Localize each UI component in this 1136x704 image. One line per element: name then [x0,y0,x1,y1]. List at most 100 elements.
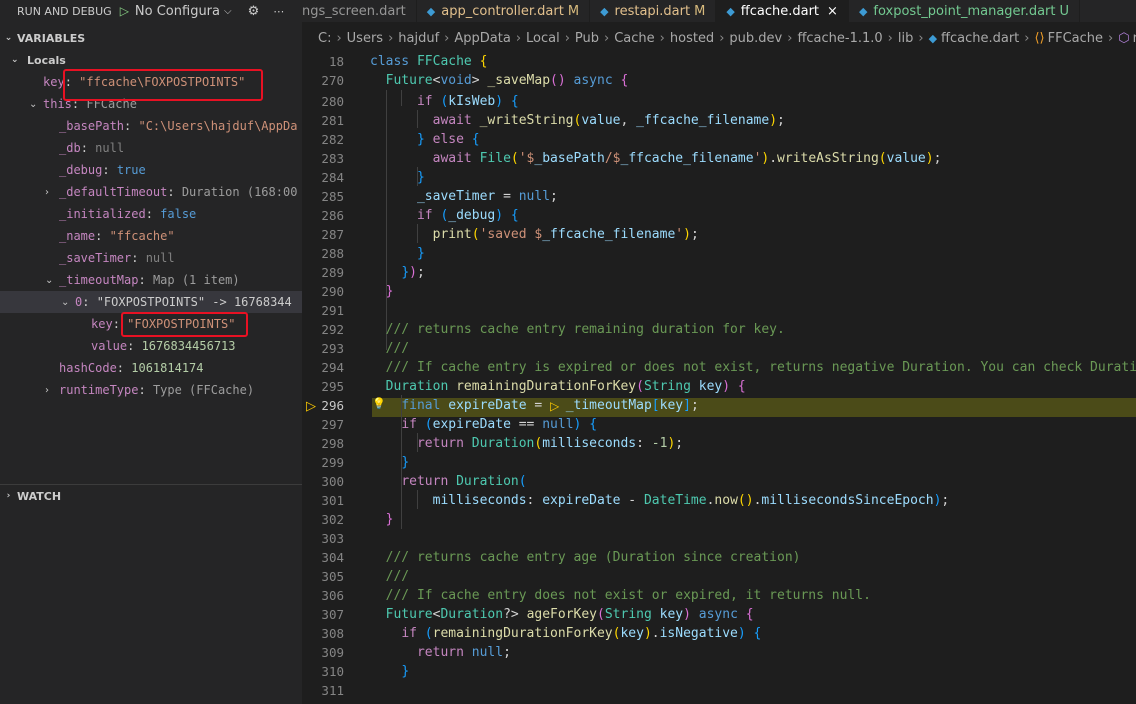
breadcrumb-segment[interactable]: Users [347,31,383,46]
breadcrumb-segment[interactable]: remainin [1133,31,1136,46]
tab-ffcache[interactable]: ◆ ffcache.dart × [716,0,849,22]
line-number[interactable]: 306 [302,588,344,603]
code-line[interactable]: if (_debug) { [370,206,519,225]
close-icon[interactable]: × [827,4,838,19]
breadcrumb-segment[interactable]: hajduf [398,31,439,46]
variable-hashcode[interactable]: hashCode: 1061814174 [0,357,302,379]
variable-debug[interactable]: _debug: true [0,159,302,181]
breadcrumb-segment[interactable]: C: [318,31,331,46]
breadcrumb-segment[interactable]: FFCache [1048,31,1103,46]
variable-save-timer[interactable]: _saveTimer: null [0,247,302,269]
code-line[interactable]: } [370,510,394,529]
variable-runtime-type[interactable]: › runtimeType: Type (FFCache) [0,379,302,401]
code-line[interactable]: /// [370,339,409,358]
variable-basepath[interactable]: _basePath: "C:\Users\hajduf\AppDa [0,115,302,137]
more-icon[interactable]: ⋯ [273,5,284,18]
line-number[interactable]: 308 [302,626,344,641]
code-line[interactable]: if (remainingDurationForKey(key).isNegat… [370,624,761,643]
variable-map-entry-0[interactable]: ⌄ 0: "FOXPOSTPOINTS" -> 16768344 [0,291,302,313]
line-number[interactable]: 287 [302,227,344,242]
code-line[interactable]: } [370,282,394,301]
line-number[interactable]: 295 [302,379,344,394]
code-line[interactable]: final expireDate = _timeoutMap[key]; [370,396,698,415]
tab-app-controller[interactable]: ◆ app_controller.dart M [417,0,591,22]
line-number[interactable]: 289 [302,265,344,280]
variables-section-header[interactable]: ⌄ VARIABLES [0,27,302,49]
variable-initialized[interactable]: _initialized: false [0,203,302,225]
variable-name-field[interactable]: _name: "ffcache" [0,225,302,247]
watch-section-header[interactable]: › WATCH [0,485,302,507]
line-number[interactable]: 18 [302,54,344,69]
code-line[interactable]: } [370,662,409,681]
line-number[interactable]: 299 [302,455,344,470]
code-line[interactable]: Future<void> _saveMap() async { [370,71,629,90]
tab-settings-screen[interactable]: ngs_screen.dart [302,0,417,22]
chevron-right-icon[interactable]: › [45,187,49,198]
chevron-down-icon[interactable]: ⌵ [224,6,232,17]
variable-map-entry-value[interactable]: value: 1676834456713 [0,335,302,357]
line-number[interactable]: 283 [302,151,344,166]
code-line[interactable]: /// [370,567,409,586]
code-line[interactable]: } [370,453,409,472]
breadcrumb-segment[interactable]: AppData [454,31,510,46]
line-number[interactable]: 286 [302,208,344,223]
code-line[interactable]: } else { [370,130,480,149]
line-number[interactable]: 302 [302,512,344,527]
line-number[interactable]: 282 [302,132,344,147]
code-line[interactable]: } [370,168,425,187]
breadcrumb-segment[interactable]: lib [898,31,913,46]
play-icon[interactable]: ▷ [120,4,129,18]
breadcrumb-segment[interactable]: hosted [670,31,714,46]
breadcrumb-segment[interactable]: pub.dev [729,31,782,46]
line-number[interactable]: 301 [302,493,344,508]
locals-scope[interactable]: ⌄ Locals [0,49,302,71]
line-number[interactable]: 285 [302,189,344,204]
line-number[interactable]: 280 [302,94,344,109]
code-editor[interactable]: 18 270 280 281 282 283 284 285 286 287 288 289 290 29… [302,50,1136,704]
breakpoint-arrow-icon[interactable]: ▷ [306,399,316,414]
code-line[interactable]: }); [370,263,424,282]
tab-foxpost-point-manager[interactable]: ◆ foxpost_point_manager.dart U [849,0,1081,22]
code-line[interactable]: } [370,244,425,263]
line-number[interactable]: 292 [302,322,344,337]
code-line[interactable]: if (kIsWeb) { [370,92,519,111]
gear-icon[interactable]: ⚙ [248,4,260,19]
line-number[interactable]: 311 [302,683,344,698]
chevron-down-icon[interactable]: ⌄ [45,275,53,286]
line-number[interactable]: 294 [302,360,344,375]
tab-restapi[interactable]: ◆ restapi.dart M [590,0,717,22]
variable-default-timeout[interactable]: › _defaultTimeout: Duration (168:00 [0,181,302,203]
code-line[interactable]: return Duration(milliseconds: -1); [370,434,683,453]
chevron-right-icon[interactable]: › [45,385,49,396]
code-line[interactable]: if (expireDate == null) { [370,415,597,434]
breadcrumb-segment[interactable]: Local [526,31,560,46]
code-line[interactable]: await _writeString(value, _ffcache_filen… [370,111,785,130]
line-number[interactable]: 270 [302,73,344,88]
code-line[interactable]: /// returns cache entry remaining durati… [370,320,785,339]
line-number[interactable]: 293 [302,341,344,356]
code-line[interactable]: /// If cache entry is expired or does no… [370,358,1136,377]
config-select[interactable]: No Configura [135,4,220,19]
line-number[interactable]: 304 [302,550,344,565]
line-number[interactable]: 290 [302,284,344,299]
chevron-down-icon[interactable]: ⌄ [61,297,69,308]
line-number[interactable]: 309 [302,645,344,660]
breadcrumb-segment[interactable]: Cache [614,31,654,46]
breadcrumb-segment[interactable]: ffcache.dart [941,31,1019,46]
breadcrumb-segment[interactable]: ffcache-1.1.0 [797,31,882,46]
code-line[interactable]: /// returns cache entry age (Duration si… [370,548,801,567]
code-line[interactable]: class FFCache { [370,52,487,71]
line-number[interactable]: 297 [302,417,344,432]
code-line[interactable]: await File('$_basePath/$_ffcache_filenam… [370,149,942,168]
line-number[interactable]: 288 [302,246,344,261]
breadcrumb-segment[interactable]: Pub [575,31,599,46]
code-line[interactable]: Duration remainingDurationForKey(String … [370,377,746,396]
code-line[interactable]: /// If cache entry does not exist or exp… [370,586,871,605]
variable-db[interactable]: _db: null [0,137,302,159]
code-line[interactable]: return null; [370,643,511,662]
code-line[interactable]: return Duration( [370,472,526,491]
line-number[interactable]: 281 [302,113,344,128]
code-line[interactable]: Future<Duration?> ageForKey(String key) … [370,605,754,624]
code-line[interactable]: _saveTimer = null; [370,187,558,206]
line-number[interactable]: 298 [302,436,344,451]
